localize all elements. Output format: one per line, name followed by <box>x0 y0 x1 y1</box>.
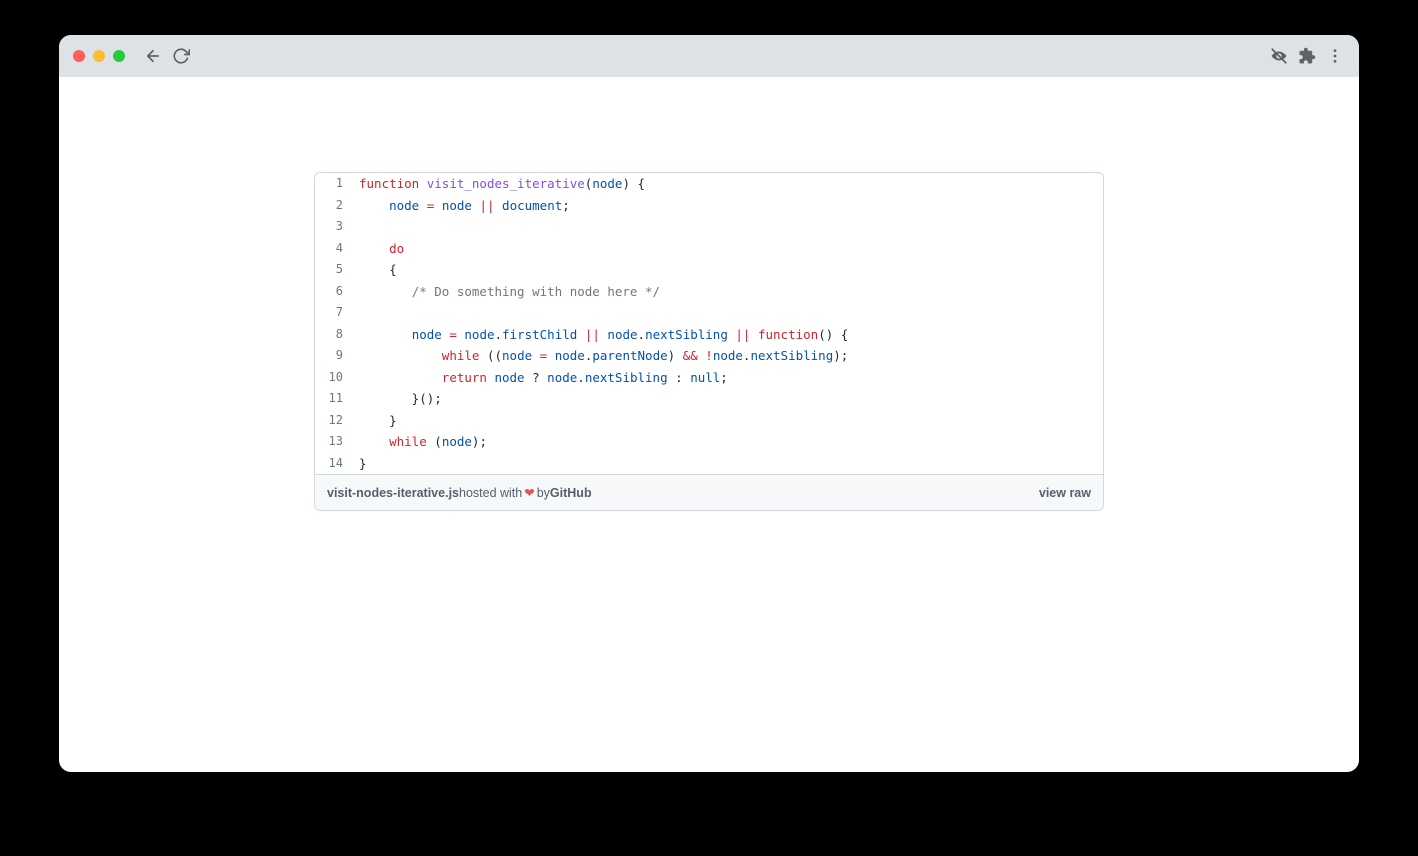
close-window-button[interactable] <box>73 50 85 62</box>
line-code: while ((node = node.parentNode) && !node… <box>353 345 1103 367</box>
view-raw-link[interactable]: view raw <box>1039 486 1091 500</box>
code-line: 12 } <box>315 410 1103 432</box>
code-line: 2 node = node || document; <box>315 195 1103 217</box>
hosted-by: by <box>537 486 550 500</box>
maximize-window-button[interactable] <box>113 50 125 62</box>
window-controls <box>73 50 125 62</box>
line-code: node = node.firstChild || node.nextSibli… <box>353 324 1103 346</box>
line-code: do <box>353 238 1103 260</box>
page-content: 1function visit_nodes_iterative(node) {2… <box>59 77 1359 511</box>
line-number: 1 <box>315 173 353 195</box>
code-line: 9 while ((node = node.parentNode) && !no… <box>315 345 1103 367</box>
line-number: 9 <box>315 345 353 367</box>
line-code: return node ? node.nextSibling : null; <box>353 367 1103 389</box>
code-line: 7 <box>315 302 1103 324</box>
line-number: 2 <box>315 195 353 217</box>
code-line: 10 return node ? node.nextSibling : null… <box>315 367 1103 389</box>
line-code: function visit_nodes_iterative(node) { <box>353 173 1103 195</box>
line-code: node = node || document; <box>353 195 1103 217</box>
line-number: 11 <box>315 388 353 410</box>
extensions-icon[interactable] <box>1297 46 1317 66</box>
code-line: 3 <box>315 216 1103 238</box>
code-line: 8 node = node.firstChild || node.nextSib… <box>315 324 1103 346</box>
code-area: 1function visit_nodes_iterative(node) {2… <box>315 173 1103 474</box>
line-number: 10 <box>315 367 353 389</box>
line-number: 4 <box>315 238 353 260</box>
code-line: 14} <box>315 453 1103 475</box>
line-code: } <box>353 453 1103 475</box>
hosted-prefix: hosted with <box>459 486 522 500</box>
browser-titlebar <box>59 35 1359 77</box>
incognito-icon[interactable] <box>1269 46 1289 66</box>
code-line: 1function visit_nodes_iterative(node) { <box>315 173 1103 195</box>
gist-filename-link[interactable]: visit-nodes-iterative.js <box>327 486 459 500</box>
minimize-window-button[interactable] <box>93 50 105 62</box>
line-code: }(); <box>353 388 1103 410</box>
code-line: 13 while (node); <box>315 431 1103 453</box>
gist-embed: 1function visit_nodes_iterative(node) {2… <box>314 172 1104 511</box>
line-number: 13 <box>315 431 353 453</box>
line-code: while (node); <box>353 431 1103 453</box>
line-number: 6 <box>315 281 353 303</box>
line-number: 14 <box>315 453 353 475</box>
line-code: } <box>353 410 1103 432</box>
line-number: 5 <box>315 259 353 281</box>
code-line: 11 }(); <box>315 388 1103 410</box>
line-number: 12 <box>315 410 353 432</box>
code-line: 6 /* Do something with node here */ <box>315 281 1103 303</box>
heart-icon: ❤ <box>522 485 536 500</box>
line-code: { <box>353 259 1103 281</box>
line-code <box>353 302 1103 324</box>
reload-icon[interactable] <box>171 46 191 66</box>
gist-footer: visit-nodes-iterative.js hosted with ❤ b… <box>315 474 1103 510</box>
code-line: 4 do <box>315 238 1103 260</box>
line-number: 7 <box>315 302 353 324</box>
back-icon[interactable] <box>143 46 163 66</box>
code-line: 5 { <box>315 259 1103 281</box>
menu-icon[interactable] <box>1325 46 1345 66</box>
line-number: 3 <box>315 216 353 238</box>
line-code: /* Do something with node here */ <box>353 281 1103 303</box>
line-code <box>353 216 1103 238</box>
github-link[interactable]: GitHub <box>550 486 592 500</box>
line-number: 8 <box>315 324 353 346</box>
browser-window: 1function visit_nodes_iterative(node) {2… <box>59 35 1359 772</box>
